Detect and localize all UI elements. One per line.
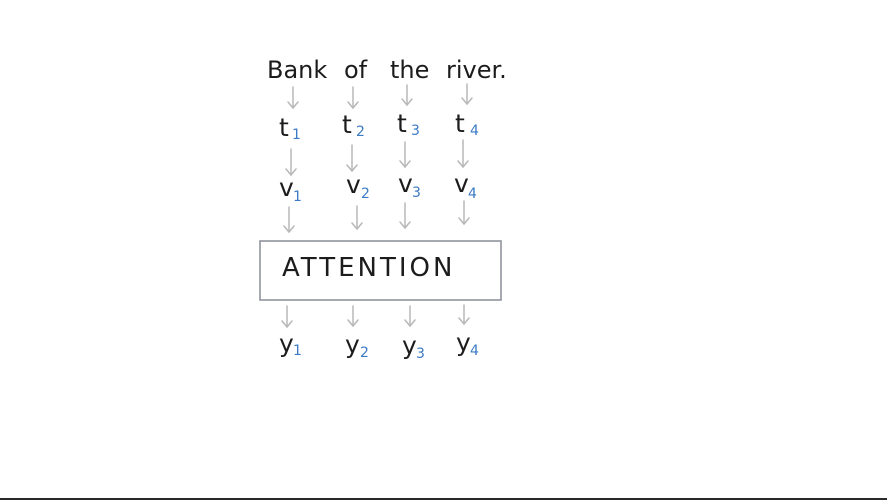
token-t3: t 3 [397, 109, 420, 139]
attention-label: ATTENTION [282, 253, 455, 283]
arrow-down-icon [351, 205, 363, 230]
output-y4-sub: 4 [470, 343, 479, 359]
output-y1-base: y [279, 329, 294, 358]
arrow-down-icon [399, 202, 411, 229]
output-y2-sub: 2 [360, 345, 369, 361]
arrow-down-icon [283, 206, 295, 233]
output-y2-base: y [345, 330, 360, 359]
output-y3-sub: 3 [416, 346, 425, 362]
arrow-down-icon [285, 148, 297, 176]
output-row: y 1 y 2 y 3 y 4 [279, 328, 479, 362]
value-v3-sub: 3 [412, 185, 421, 201]
output-y1-sub: 1 [293, 343, 302, 359]
output-y4: y 4 [456, 328, 479, 359]
sentence-row: Bank of the river. [267, 56, 507, 84]
arrows-values-to-attention [283, 200, 470, 233]
value-v4-sub: 4 [468, 186, 477, 202]
token-t2-base: t [342, 110, 352, 139]
arrow-down-icon [347, 86, 359, 109]
token-t2: t 2 [342, 110, 365, 140]
value-v4-base: v [454, 169, 469, 198]
attention-diagram: Bank of the river. t 1 t 2 t 3 t 4 v 1 v… [259, 56, 507, 362]
token-t4-base: t [455, 109, 465, 138]
token-t1-base: t [279, 113, 289, 142]
output-y3: y 3 [402, 331, 425, 362]
arrow-down-icon [346, 144, 358, 172]
arrow-down-icon [458, 304, 470, 325]
arrows-tokens-to-values [285, 139, 469, 176]
value-v1-base: v [279, 173, 294, 202]
arrows-words-to-tokens [287, 83, 473, 109]
arrow-down-icon [404, 305, 416, 327]
token-t3-base: t [397, 109, 407, 138]
attention-block: ATTENTION [259, 240, 502, 301]
arrow-down-icon [461, 83, 473, 105]
token-t1: t 1 [279, 113, 301, 143]
token-t3-sub: 3 [411, 123, 420, 139]
value-v1: v 1 [279, 173, 302, 205]
arrow-down-icon [347, 305, 359, 327]
token-row: t 1 t 2 t 3 t 4 [279, 109, 479, 143]
word-4: river. [446, 56, 507, 84]
value-v2: v 2 [346, 170, 370, 202]
arrow-down-icon [457, 139, 469, 168]
arrows-attention-to-outputs [281, 304, 470, 328]
output-y3-base: y [402, 331, 417, 360]
value-row: v 1 v 2 v 3 v 4 [279, 169, 477, 205]
value-v2-sub: 2 [361, 186, 370, 202]
word-3: the [390, 56, 429, 84]
token-t4: t 4 [455, 109, 479, 139]
value-v3: v 3 [398, 169, 421, 201]
value-v4: v 4 [454, 169, 477, 202]
arrow-down-icon [281, 305, 293, 328]
token-t2-sub: 2 [356, 124, 365, 140]
token-t1-sub: 1 [292, 127, 301, 143]
token-t4-sub: 4 [470, 123, 479, 139]
arrow-down-icon [458, 200, 470, 225]
arrow-down-icon [287, 86, 299, 109]
output-y2: y 2 [345, 330, 369, 361]
value-v2-base: v [346, 170, 361, 199]
value-v1-sub: 1 [293, 189, 302, 205]
word-2: of [344, 56, 368, 84]
value-v3-base: v [398, 169, 413, 198]
arrow-down-icon [401, 84, 413, 106]
output-y1: y 1 [279, 329, 302, 359]
output-y4-base: y [456, 328, 471, 357]
arrow-down-icon [399, 141, 411, 168]
word-1: Bank [267, 56, 327, 84]
